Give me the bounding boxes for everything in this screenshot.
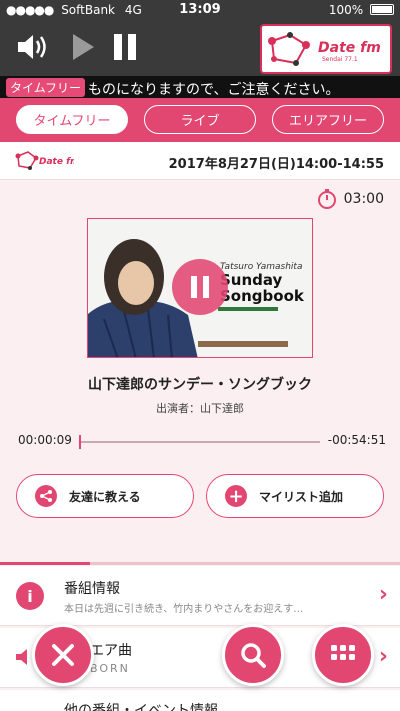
seek-handle[interactable] bbox=[79, 435, 81, 449]
add-mylist-button[interactable]: + マイリスト追加 bbox=[206, 474, 384, 518]
status-right: 100% bbox=[329, 3, 394, 17]
section-divider bbox=[0, 562, 400, 565]
plus-icon: + bbox=[225, 485, 247, 507]
battery-percent: 100% bbox=[328, 3, 364, 17]
tab-areafree[interactable]: エリアフリー bbox=[272, 105, 384, 134]
close-icon bbox=[52, 644, 74, 666]
program-artwork[interactable]: Tatsuro Yamashita Sunday Songbook bbox=[87, 218, 313, 358]
program-info-row[interactable]: i 番組情報 本日は先週に引き続き、竹内まりやさんをお迎えす… › bbox=[0, 566, 400, 626]
station-logo-mark bbox=[268, 32, 310, 66]
info-icon: i bbox=[16, 582, 44, 610]
menu-grid-button[interactable] bbox=[312, 624, 374, 686]
elapsed-time: 00:00:09 bbox=[18, 433, 72, 447]
seek-bar[interactable] bbox=[79, 435, 320, 449]
news-ticker: タイムフリー ものになりますので、ご注意ください。 bbox=[0, 76, 400, 98]
chevron-right-icon: › bbox=[378, 582, 388, 607]
timer-value: 03:00 bbox=[343, 191, 384, 207]
volume-button[interactable] bbox=[14, 28, 52, 66]
play-button[interactable] bbox=[64, 28, 102, 66]
other-programs-row[interactable]: 他の番組・イベント情報 bbox=[0, 690, 400, 711]
chevron-right-icon: › bbox=[378, 644, 388, 669]
station-row: Date fm 2017年8月27日(日)14:00-14:55 bbox=[0, 142, 400, 180]
pause-icon bbox=[114, 34, 136, 60]
tab-live[interactable]: ライブ bbox=[144, 105, 256, 134]
pause-icon bbox=[191, 276, 209, 298]
program-info-title: 番組情報 bbox=[64, 581, 120, 597]
artwork-text-line3: Songbook bbox=[220, 287, 305, 305]
stopwatch-icon bbox=[317, 189, 336, 209]
broadcast-datetime: 2017年8月27日(日)14:00-14:55 bbox=[168, 157, 384, 172]
speaker-icon bbox=[18, 35, 46, 59]
mode-tabs: タイムフリー ライブ エリアフリー bbox=[0, 98, 400, 142]
station-mini-logo: Date fm bbox=[15, 151, 74, 170]
station-mini-logo-text: Date fm bbox=[39, 157, 74, 167]
tab-timefree[interactable]: タイムフリー bbox=[16, 105, 128, 134]
onair-song-artist: BORN bbox=[90, 662, 130, 675]
station-logo-sub: Sendai 77.1 bbox=[322, 56, 358, 63]
search-icon bbox=[241, 643, 266, 668]
grid-icon bbox=[331, 645, 355, 660]
artwork-pause-button[interactable] bbox=[172, 259, 228, 315]
program-title: 山下達郎のサンデー・ソングブック bbox=[88, 377, 312, 393]
station-logo: Date fm Sendai 77.1 bbox=[260, 24, 392, 74]
ticker-tag: タイムフリー bbox=[6, 78, 86, 97]
station-logo-text: Date fm bbox=[318, 40, 381, 56]
ticker-message: ものになりますので、ご注意ください。 bbox=[88, 82, 340, 98]
remaining-time: -00:54:51 bbox=[327, 433, 386, 447]
play-icon bbox=[73, 34, 94, 60]
mylist-label: マイリスト追加 bbox=[259, 489, 344, 504]
pause-button[interactable] bbox=[106, 28, 144, 66]
share-icon bbox=[35, 485, 57, 507]
share-label: 友達に教える bbox=[69, 489, 141, 504]
player-header: Date fm Sendai 77.1 bbox=[0, 20, 400, 76]
program-info-summary: 本日は先週に引き続き、竹内まりやさんをお迎えす… bbox=[64, 604, 304, 615]
onair-song-title: エア曲 bbox=[90, 643, 132, 659]
close-button[interactable] bbox=[32, 624, 94, 686]
battery-icon bbox=[370, 4, 394, 15]
program-cast: 出演者：山下達郎 bbox=[156, 402, 244, 415]
status-bar: ●●●●● SoftBank 4G 13:09 100% bbox=[0, 0, 400, 20]
other-programs-title: 他の番組・イベント情報 bbox=[64, 703, 218, 711]
share-button[interactable]: 友達に教える bbox=[16, 474, 194, 518]
search-button[interactable] bbox=[222, 624, 284, 686]
sleep-timer[interactable]: 03:00 bbox=[316, 188, 384, 210]
